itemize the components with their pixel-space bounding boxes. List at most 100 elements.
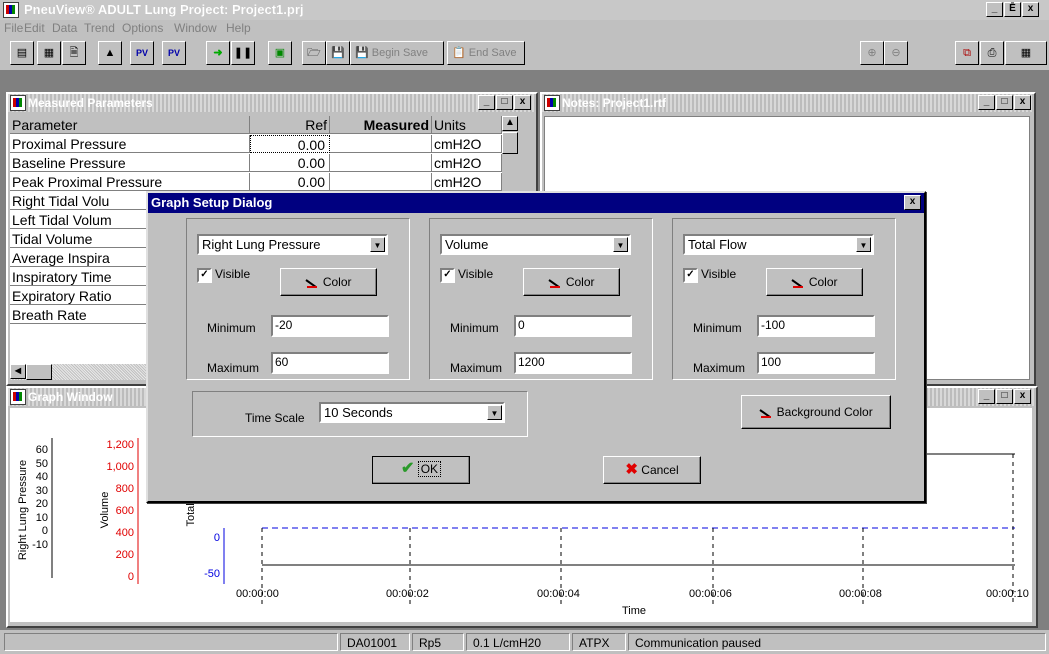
- menu-trend[interactable]: Trend: [84, 21, 115, 35]
- trace-select-2[interactable]: Volume ▼: [440, 234, 631, 255]
- export-icon[interactable]: 💾: [326, 41, 350, 65]
- zoom-in-icon[interactable]: ⊕: [860, 41, 884, 65]
- paintbrush-icon: [305, 278, 319, 288]
- column-header-ref[interactable]: Ref: [250, 116, 330, 134]
- status-device: DA01001: [340, 633, 410, 651]
- param-ref[interactable]: 0.00: [250, 135, 330, 153]
- zoom-out-icon[interactable]: ⊖: [884, 41, 908, 65]
- maximum-input-2[interactable]: 1200: [514, 352, 632, 374]
- tick-label: -10: [32, 538, 48, 551]
- trace-select-1[interactable]: Right Lung Pressure ▼: [197, 234, 388, 255]
- play-icon[interactable]: ➜: [206, 41, 230, 65]
- minimize-button[interactable]: _: [978, 389, 995, 404]
- color-button-3[interactable]: Color: [766, 268, 863, 296]
- scroll-thumb[interactable]: [502, 132, 518, 154]
- chevron-down-icon[interactable]: ▼: [856, 237, 871, 252]
- flow-tick-labels: 0 -50: [196, 520, 220, 592]
- pause-icon[interactable]: ❚❚: [231, 41, 255, 65]
- param-units: cmH2O: [432, 154, 502, 172]
- menu-options[interactable]: Options: [122, 21, 163, 35]
- tick-label: 30: [35, 484, 48, 497]
- print-icon[interactable]: ⎙: [980, 41, 1004, 65]
- paintbrush-icon: [791, 278, 805, 288]
- close-button[interactable]: x: [514, 95, 531, 110]
- close-button[interactable]: x: [1022, 2, 1039, 17]
- status-resistance: Rp5: [412, 633, 464, 651]
- table-row[interactable]: Baseline Pressure 0.00 cmH2O: [10, 154, 518, 173]
- scroll-left-arrow-icon[interactable]: ◀: [10, 364, 26, 379]
- measured-view-icon[interactable]: ▤: [10, 41, 34, 65]
- maximize-button[interactable]: □: [996, 95, 1013, 110]
- maximum-input-3[interactable]: 100: [757, 352, 875, 374]
- column-header-measured[interactable]: Measured: [330, 116, 432, 134]
- menu-window[interactable]: Window: [174, 21, 217, 35]
- param-measured: [330, 173, 432, 191]
- menu-file[interactable]: File: [4, 21, 23, 35]
- param-name: Baseline Pressure: [10, 154, 250, 172]
- background-color-label: Background Color: [776, 405, 873, 419]
- close-button[interactable]: x: [1014, 389, 1031, 404]
- menu-data[interactable]: Data: [52, 21, 77, 35]
- restore-button[interactable]: Ē: [1004, 2, 1021, 17]
- visible-checkbox-1[interactable]: ✓: [197, 268, 212, 283]
- color-button-1[interactable]: Color: [280, 268, 377, 296]
- param-ref: 0.00: [250, 154, 330, 172]
- begin-save-label: Begin Save: [371, 47, 429, 59]
- window-app-icon: [10, 95, 26, 111]
- menu-edit[interactable]: Edit: [24, 21, 45, 35]
- time-scale-select[interactable]: 10 Seconds ▼: [319, 402, 505, 423]
- pneuview-app-icon[interactable]: [3, 2, 19, 18]
- menu-help[interactable]: Help: [226, 21, 251, 35]
- minimize-button[interactable]: _: [478, 95, 495, 110]
- dialog-title: Graph Setup Dialog: [151, 195, 273, 210]
- param-name: Peak Proximal Pressure: [10, 173, 250, 191]
- maximize-button[interactable]: □: [496, 95, 513, 110]
- begin-save-button[interactable]: 💾 Begin Save: [350, 41, 444, 65]
- minimum-input-3[interactable]: -100: [757, 315, 875, 337]
- column-header-units[interactable]: Units: [432, 116, 502, 134]
- trace-select-3[interactable]: Total Flow ▼: [683, 234, 874, 255]
- end-save-button[interactable]: 📋 End Save: [447, 41, 525, 65]
- scroll-up-arrow-icon[interactable]: ▲: [502, 116, 518, 131]
- table-view-icon[interactable]: ▦: [37, 41, 61, 65]
- minimize-button[interactable]: _: [978, 95, 995, 110]
- chevron-down-icon[interactable]: ▼: [613, 237, 628, 252]
- maximize-button[interactable]: □: [996, 389, 1013, 404]
- ok-button[interactable]: ✔ OK: [372, 456, 470, 484]
- monitor-icon[interactable]: ▣: [268, 41, 292, 65]
- notes-icon[interactable]: 🗎: [62, 41, 86, 65]
- color-button-2[interactable]: Color: [523, 268, 620, 296]
- pv-loop-icon[interactable]: PV: [130, 41, 154, 65]
- dialog-close-button[interactable]: x: [904, 195, 921, 210]
- column-header-parameter[interactable]: Parameter: [10, 116, 250, 134]
- visible-label: Visible: [215, 267, 251, 281]
- minimum-label: Minimum: [450, 321, 499, 335]
- copy-window-icon[interactable]: ⧉: [955, 41, 979, 65]
- chevron-down-icon[interactable]: ▼: [487, 405, 502, 420]
- window-layout-icon[interactable]: ▦: [1005, 41, 1047, 65]
- param-units: cmH2O: [432, 135, 502, 153]
- pressure-axis-label: Right Lung Pressure: [17, 459, 29, 561]
- tick-label: 0: [127, 571, 134, 583]
- chevron-down-icon[interactable]: ▼: [370, 237, 385, 252]
- graph-icon[interactable]: ▲: [98, 41, 122, 65]
- table-row[interactable]: Proximal Pressure 0.00 cmH2O: [10, 135, 518, 154]
- maximum-input-1[interactable]: 60: [271, 352, 389, 374]
- visible-checkbox-3[interactable]: ✓: [683, 268, 698, 283]
- checkmark-icon: ✔: [400, 460, 415, 477]
- minimize-button[interactable]: _: [986, 2, 1003, 17]
- minimum-input-2[interactable]: 0: [514, 315, 632, 337]
- pv-loop-2-icon[interactable]: PV: [162, 41, 186, 65]
- background-color-button[interactable]: Background Color: [741, 395, 891, 429]
- tick-label: 600: [115, 505, 134, 517]
- graph-setup-dialog: Graph Setup Dialog x Right Lung Pressure…: [146, 191, 926, 503]
- table-row[interactable]: Peak Proximal Pressure 0.00 cmH2O: [10, 173, 518, 192]
- tick-label: 1,200: [106, 439, 134, 451]
- open-folder-icon[interactable]: 🗁: [302, 41, 326, 65]
- status-gas-condition: ATPX: [572, 633, 626, 651]
- minimum-input-1[interactable]: -20: [271, 315, 389, 337]
- cancel-button[interactable]: ✖ Cancel: [603, 456, 701, 484]
- close-button[interactable]: x: [1014, 95, 1031, 110]
- scroll-thumb[interactable]: [26, 364, 52, 380]
- visible-checkbox-2[interactable]: ✓: [440, 268, 455, 283]
